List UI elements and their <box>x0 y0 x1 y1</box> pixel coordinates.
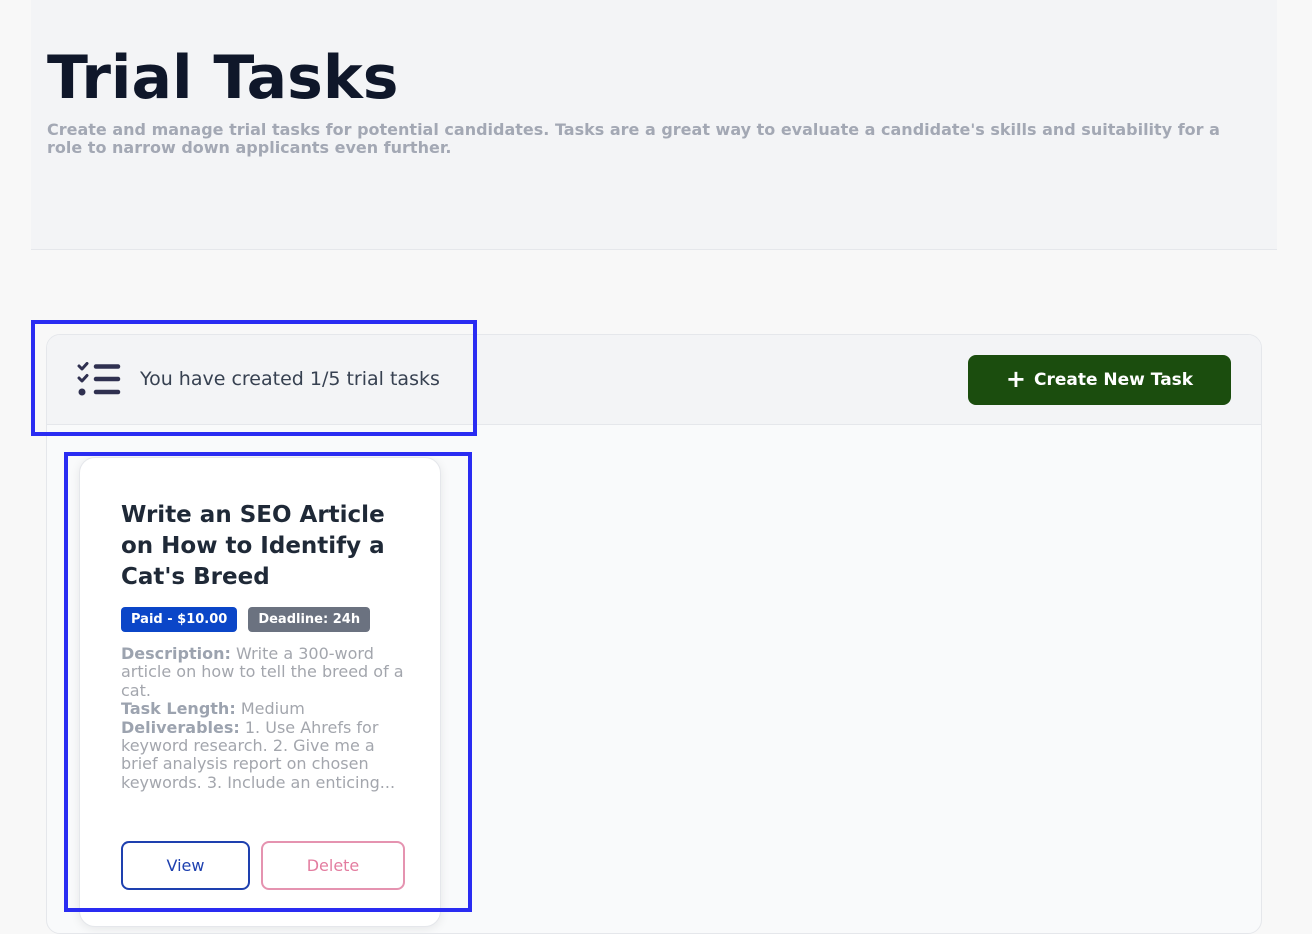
deadline-badge: Deadline: 24h <box>248 607 371 632</box>
task-length-value: Medium <box>240 699 305 719</box>
task-length-label: Task Length: <box>121 699 236 719</box>
panel-header: You have created 1/5 trial tasks + Creat… <box>47 335 1261 425</box>
task-title: Write an SEO Article on How to Identify … <box>121 502 385 590</box>
task-details: Description: Write a 300-word article on… <box>121 644 411 792</box>
description-label: Description: <box>121 644 231 663</box>
paid-badge: Paid - $10.00 <box>121 607 238 632</box>
list-check-icon <box>77 362 121 396</box>
deliverables-label: Deliverables: <box>121 717 240 737</box>
task-card: Write an SEO Article on How to Identify … <box>79 457 441 927</box>
delete-button[interactable]: Delete <box>261 841 405 890</box>
page-header: Trial Tasks Create and manage trial task… <box>31 0 1277 250</box>
task-count-text: You have created 1/5 trial tasks <box>140 368 440 390</box>
create-new-task-button[interactable]: + Create New Task <box>968 355 1231 405</box>
view-button[interactable]: View <box>121 841 250 890</box>
page-title: Trial Tasks <box>47 43 399 113</box>
tasks-panel: You have created 1/5 trial tasks + Creat… <box>46 334 1262 934</box>
task-badges: Paid - $10.00 Deadline: 24h <box>121 607 371 632</box>
page-subtitle: Create and manage trial tasks for potent… <box>47 120 1220 157</box>
plus-icon: + <box>1005 364 1026 393</box>
create-new-task-label: Create New Task <box>1033 370 1194 390</box>
